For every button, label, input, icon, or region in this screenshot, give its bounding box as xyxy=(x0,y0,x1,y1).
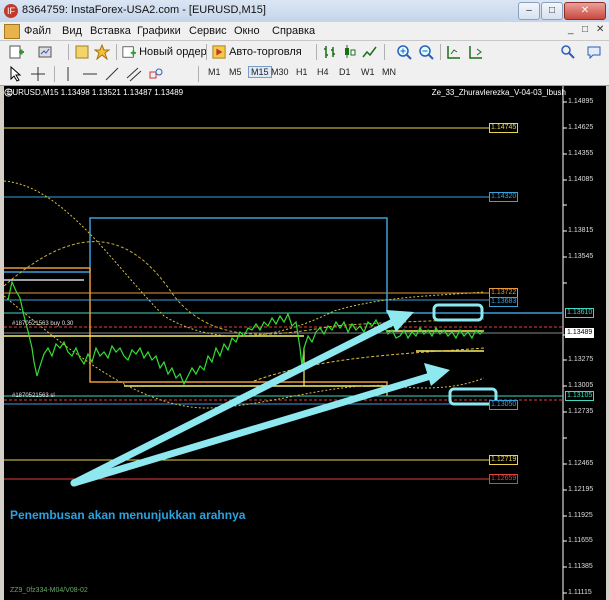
mdi-restore-button[interactable]: □ xyxy=(582,24,588,35)
axis-price-label: 1.11925 xyxy=(568,512,593,519)
trendline-icon[interactable] xyxy=(104,66,120,82)
profiles-icon[interactable] xyxy=(38,44,54,60)
indicator-watermark: ZZ9_0fz334-M04/V08-02 xyxy=(10,587,88,594)
menu-file[interactable]: Файл xyxy=(24,25,51,37)
menu-window[interactable]: Окно xyxy=(234,25,260,37)
menu-view[interactable]: Вид xyxy=(62,25,82,37)
level-label: 1.14320 xyxy=(489,192,519,202)
level-label: 1.13610 xyxy=(565,308,595,318)
level-label: 1.13105 xyxy=(565,391,595,401)
cursor-icon[interactable] xyxy=(8,66,24,82)
axis-price-label: 1.13005 xyxy=(568,382,594,389)
timeframe-m1[interactable]: M1 xyxy=(208,67,221,77)
timeframe-h4[interactable]: H4 xyxy=(317,67,329,77)
timeframe-m5[interactable]: M5 xyxy=(229,67,242,77)
axis-ticks xyxy=(563,101,567,594)
timeframe-m30[interactable]: M30 xyxy=(271,67,289,77)
axis-price-label: 1.11385 xyxy=(568,563,593,570)
timeframe-h1[interactable]: H1 xyxy=(296,67,308,77)
smiley-icon xyxy=(4,88,13,97)
timeframe-w1[interactable]: W1 xyxy=(361,67,375,77)
menu-bar: Файл Вид Вставка Графики Сервис Окно Спр… xyxy=(0,22,609,41)
level-label: 1.12719 xyxy=(489,455,519,465)
menu-insert[interactable]: Вставка xyxy=(90,25,131,37)
axis-price-label: 1.14625 xyxy=(568,124,594,131)
chart-window[interactable]: EURUSD,M15 1.13498 1.13521 1.13487 1.134… xyxy=(4,86,606,600)
zoom-in-icon[interactable] xyxy=(396,44,412,60)
axis-price-label: 1.12195 xyxy=(568,486,594,493)
tile-windows-icon[interactable] xyxy=(446,44,462,60)
search-icon[interactable] xyxy=(560,44,576,60)
channel-icon[interactable] xyxy=(126,66,142,82)
axis-price-label: 1.13275 xyxy=(568,356,594,363)
auto-trading-icon xyxy=(212,45,226,59)
chart-shift-icon[interactable] xyxy=(468,44,484,60)
line-chart-icon[interactable] xyxy=(362,44,378,60)
indicator-name: Ze_33_Zhuravlerezka_V-04-03_Ibush xyxy=(431,88,566,97)
axis-price-label: 1.13815 xyxy=(568,227,594,234)
drawing-toolbar: M1 M5 M15 M30 H1 H4 D1 W1 MN xyxy=(0,63,609,86)
new-order-icon xyxy=(122,46,136,58)
shapes-icon[interactable] xyxy=(148,66,164,82)
instaforex-icon: IF xyxy=(4,4,18,18)
axis-price-label: 1.14085 xyxy=(568,176,594,183)
bar-chart-icon[interactable] xyxy=(322,44,338,60)
new-chart-icon[interactable] xyxy=(8,44,24,60)
level-label: 1.13050 xyxy=(489,400,519,410)
new-order-button[interactable]: Новый ордер xyxy=(122,44,207,60)
horizontal-line-icon[interactable] xyxy=(82,66,98,82)
axis-price-label: 1.14355 xyxy=(568,150,594,157)
axis-price-label: 1.11115 xyxy=(568,589,592,596)
window-titlebar: IF 8364759: InstaForex-USA2.com - [EURUS… xyxy=(0,0,609,23)
timeframe-mn[interactable]: MN xyxy=(382,67,396,77)
chart-header: EURUSD,M15 1.13498 1.13521 1.13487 1.134… xyxy=(7,88,184,97)
new-order-label: Новый ордер xyxy=(139,46,207,58)
auto-trading-button[interactable]: Авто-торговля xyxy=(212,44,302,60)
timeframe-m15[interactable]: M15 xyxy=(248,66,272,78)
sl-order-label[interactable]: #1870521563 sl xyxy=(12,393,55,399)
crosshair-icon[interactable] xyxy=(30,66,46,82)
standard-toolbar: Новый ордер Авто-торговля xyxy=(0,41,609,64)
buy-order-label[interactable]: #1870521563 buy 0.30 xyxy=(12,321,73,327)
minimize-button[interactable]: – xyxy=(518,2,540,20)
auto-trading-label: Авто-торговля xyxy=(229,46,302,58)
menu-tools[interactable]: Сервис xyxy=(189,25,227,37)
price-chart[interactable] xyxy=(4,86,606,600)
chat-icon[interactable] xyxy=(586,44,602,60)
axis-price-label: 1.12735 xyxy=(568,408,594,415)
axis-price-label: 1.13545 xyxy=(568,253,594,260)
timeframe-d1[interactable]: D1 xyxy=(339,67,351,77)
bid-price-label: 1.13489 xyxy=(565,328,595,338)
level-label: 1.14745 xyxy=(489,123,519,133)
navigator-icon[interactable] xyxy=(94,44,110,60)
close-button[interactable]: ✕ xyxy=(564,2,606,20)
axis-price-label: 1.11655 xyxy=(568,537,593,544)
level-label: 1.13683 xyxy=(489,297,519,307)
axis-price-label: 1.14895 xyxy=(568,98,594,105)
market-watch-icon[interactable] xyxy=(74,44,90,60)
zoom-out-icon[interactable] xyxy=(418,44,434,60)
vertical-line-icon[interactable] xyxy=(60,66,76,82)
chart-document-icon xyxy=(4,24,20,39)
candlesticks-icon[interactable] xyxy=(342,44,358,60)
window-title: 8364759: InstaForex-USA2.com - [EURUSD,M… xyxy=(22,4,266,16)
menu-help[interactable]: Справка xyxy=(272,25,315,37)
mdi-close-button[interactable]: ✕ xyxy=(596,24,604,35)
axis-price-label: 1.12465 xyxy=(568,460,594,467)
annotation-caption: Penembusan akan menunjukkan arahnya xyxy=(10,508,246,522)
level-label: 1.12659 xyxy=(489,474,519,484)
maximize-button[interactable]: □ xyxy=(541,2,563,20)
mdi-minimize-button[interactable]: _ xyxy=(568,24,574,35)
menu-charts[interactable]: Графики xyxy=(137,25,181,37)
